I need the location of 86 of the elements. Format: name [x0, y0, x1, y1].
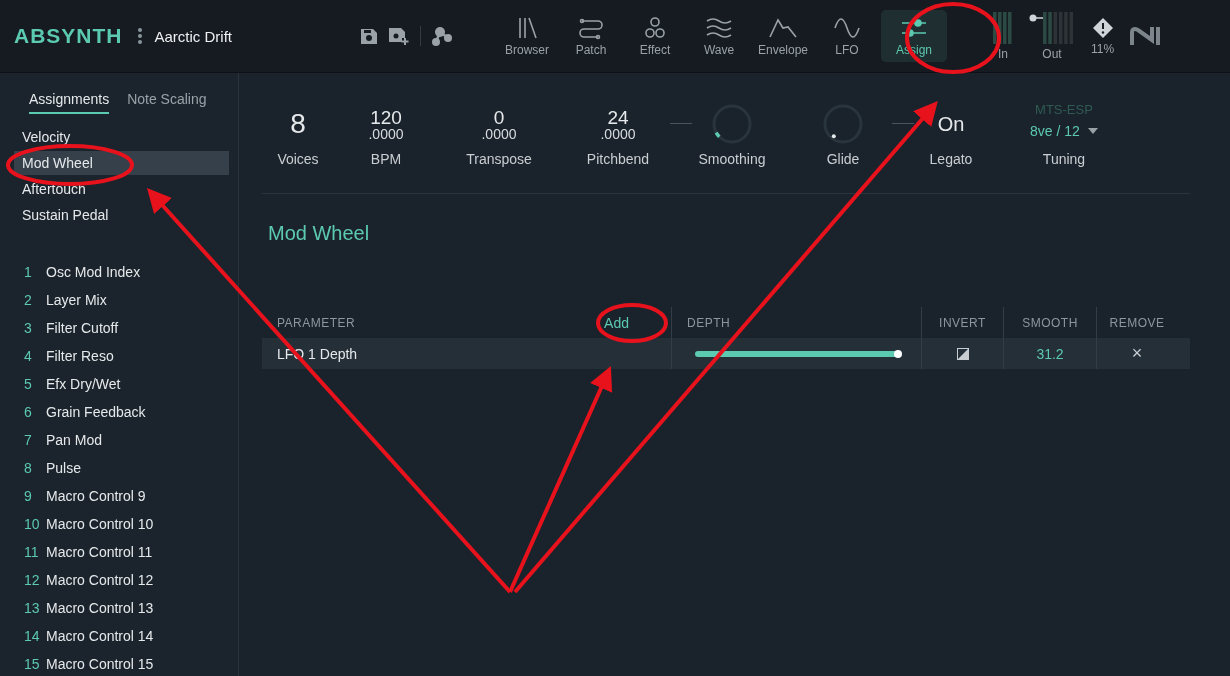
nav-tab[interactable]: Envelope: [753, 10, 814, 62]
nav-tab[interactable]: Wave: [689, 10, 750, 62]
cpu-usage: 11%: [1091, 41, 1115, 56]
value-fraction: .0000: [600, 126, 636, 141]
macro-number: 8: [24, 460, 33, 476]
parameter-label: BPM: [370, 151, 402, 167]
macro-number: 13: [24, 600, 41, 616]
value-fraction: .0000: [481, 126, 517, 141]
parameter-label: Pitchbend: [586, 151, 650, 167]
macro-item[interactable]: Layer Mix: [46, 292, 107, 308]
molecule-icon[interactable]: [431, 25, 454, 47]
macro-number: 12: [24, 572, 41, 588]
parameter-label: Legato: [929, 151, 973, 167]
macro-item[interactable]: Macro Control 11: [46, 544, 153, 560]
macro-number: 5: [24, 376, 33, 392]
macro-item[interactable]: Pan Mod: [46, 432, 103, 448]
macro-number: 3: [24, 320, 33, 336]
smooth-value[interactable]: 31.2: [1036, 345, 1064, 362]
macro-number: 2: [24, 292, 33, 308]
value-display[interactable]: 8: [290, 108, 306, 140]
annotation-circle: [596, 303, 668, 343]
macro-item[interactable]: Osc Mod Index: [46, 264, 141, 280]
parameter-label: Transpose: [466, 151, 532, 167]
macro-number: 15: [24, 656, 41, 672]
nav-tab[interactable]: Browser: [497, 10, 558, 62]
nav-tab[interactable]: Effect: [625, 10, 686, 62]
macro-item[interactable]: Macro Control 10: [46, 516, 154, 532]
column-header: PARAMETER: [277, 315, 356, 330]
column-header: DEPTH: [687, 315, 731, 330]
column-header: INVERT: [939, 315, 986, 330]
macro-item[interactable]: Pulse: [46, 460, 82, 476]
value-display[interactable]: 120: [370, 107, 402, 127]
add-button[interactable]: Add: [604, 314, 629, 331]
macro-number: 1: [24, 264, 33, 280]
macro-item[interactable]: Macro Control 14: [46, 628, 154, 644]
meter-label: Out: [1042, 46, 1062, 61]
macro-number: 6: [24, 404, 33, 420]
macro-item[interactable]: Macro Control 13: [46, 600, 154, 616]
warning-icon[interactable]: [1091, 16, 1114, 39]
tuning-dropdown[interactable]: 8ve / 12: [1030, 122, 1098, 139]
sidebar-tab[interactable]: Note Scaling: [127, 91, 207, 114]
macro-number: 10: [24, 516, 41, 532]
app-logo: ABSYNTH: [14, 24, 123, 48]
column-header: SMOOTH: [1022, 315, 1078, 330]
nav-tab[interactable]: LFO: [817, 10, 878, 62]
source-item[interactable]: Sustain Pedal: [14, 203, 229, 227]
input-meter-icon: [993, 11, 1014, 44]
parameter-label: Glide: [826, 151, 860, 167]
remove-button[interactable]: ×: [1131, 343, 1143, 364]
macro-number: 14: [24, 628, 41, 644]
parameter-label: Voices: [277, 151, 319, 167]
macro-number: 7: [24, 432, 33, 448]
sine-wave-icon: [832, 15, 863, 40]
brand-logo-icon: [1130, 25, 1163, 47]
caret-icon: [1087, 127, 1098, 134]
source-item[interactable]: Mod Wheel: [14, 151, 229, 175]
macro-number: 11: [24, 544, 40, 560]
source-item[interactable]: Velocity: [14, 125, 229, 149]
meter-label: In: [998, 46, 1009, 61]
preset-name[interactable]: Aarctic Drift: [154, 27, 233, 45]
macro-item[interactable]: Grain Feedback: [46, 404, 146, 420]
more-icon[interactable]: [136, 27, 143, 45]
parameter-label: Smoothing: [698, 151, 766, 167]
sidebar-tab[interactable]: Assignments: [29, 91, 110, 114]
depth-slider[interactable]: [695, 350, 899, 357]
parameter-label: Tuning: [1042, 151, 1086, 167]
invert-icon[interactable]: [956, 347, 969, 360]
save-as-icon[interactable]: [388, 26, 411, 46]
save-icon[interactable]: [360, 27, 379, 45]
output-meter-icon: [1029, 11, 1076, 44]
macro-number: 4: [24, 348, 33, 364]
section-title: Mod Wheel: [268, 222, 371, 245]
macro-item[interactable]: Filter Cutoff: [46, 320, 119, 336]
value-display[interactable]: 24: [607, 107, 629, 127]
macro-number: 9: [24, 488, 33, 504]
macro-item[interactable]: Macro Control 9: [46, 488, 146, 504]
value-display[interactable]: On: [937, 112, 965, 136]
macro-item[interactable]: Efx Dry/Wet: [46, 376, 121, 392]
value-display[interactable]: 0: [493, 107, 505, 127]
source-item[interactable]: Aftertouch: [14, 177, 229, 201]
nav-tab[interactable]: Patch: [561, 10, 622, 62]
macro-item[interactable]: Macro Control 15: [46, 656, 154, 672]
macro-item[interactable]: Filter Reso: [46, 348, 114, 364]
value-fraction: .0000: [368, 126, 404, 141]
macro-item[interactable]: Macro Control 12: [46, 572, 154, 588]
column-header: REMOVE: [1109, 315, 1165, 330]
